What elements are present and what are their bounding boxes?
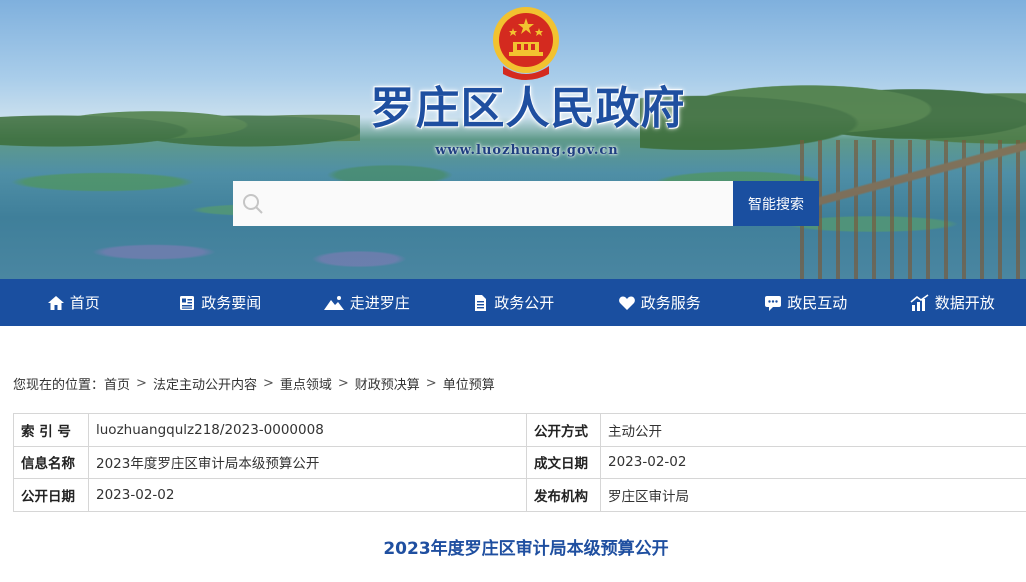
breadcrumb-item-fiscal-budget[interactable]: 财政预决算 [355, 374, 420, 393]
publish-date-label: 公开日期 [13, 478, 89, 512]
publish-date-value: 2023-02-02 [88, 478, 527, 512]
table-row: 信息名称 2023年度罗庄区审计局本级预算公开 成文日期 2023-02-02 [13, 445, 1026, 479]
nav-item-gov-affairs-disclosure[interactable]: 政务公开 [440, 279, 587, 326]
date-made-label: 成文日期 [526, 445, 601, 479]
banner-scenery-boardwalk [800, 140, 1026, 279]
document-icon [471, 294, 489, 312]
publishing-org-value: 罗庄区审计局 [600, 478, 1026, 512]
document-info-table: 索 引 号 luozhuangqulz218/2023-0000008 公开方式… [13, 413, 1026, 512]
nav-item-label: 政务服务 [640, 294, 701, 312]
smart-search-button[interactable]: 智能搜索 [733, 181, 819, 226]
home-icon [47, 294, 65, 312]
info-name-value: 2023年度罗庄区审计局本级预算公开 [88, 445, 527, 479]
heart-icon [618, 294, 636, 312]
index-number-label: 索 引 号 [13, 413, 89, 447]
breadcrumb-item-home[interactable]: 首页 [104, 374, 130, 393]
index-number-value: luozhuangqulz218/2023-0000008 [88, 413, 527, 447]
article-title: 2023年度罗庄区审计局本级预算公开 [383, 539, 669, 559]
nav-item-label: 政民互动 [787, 294, 848, 312]
banner-scenery-trees-right [640, 60, 1026, 150]
landscape-icon [323, 294, 345, 312]
search-input[interactable] [273, 181, 733, 226]
nav-item-label: 数据开放 [934, 294, 995, 312]
site-url[interactable]: www.luozhuang.gov.cn [420, 140, 634, 162]
disclosure-method-value: 主动公开 [600, 413, 1026, 447]
nav-item-home[interactable]: 首页 [0, 279, 147, 326]
news-icon [178, 294, 196, 312]
table-row: 索 引 号 luozhuangqulz218/2023-0000008 公开方式… [13, 413, 1026, 447]
nav-item-label: 首页 [69, 294, 100, 312]
breadcrumb-separator: > [337, 375, 349, 391]
nav-item-label: 政务要闻 [201, 294, 262, 312]
breadcrumb-item-unit-budget[interactable]: 单位预算 [443, 374, 495, 393]
national-emblem-icon [493, 7, 559, 80]
breadcrumb-prefix: 您现在的位置： [13, 377, 105, 393]
table-row: 公开日期 2023-02-02 发布机构 罗庄区审计局 [13, 478, 1026, 512]
breadcrumb-separator: > [136, 375, 147, 391]
breadcrumb-item-statutory-disclosure[interactable]: 法定主动公开内容 [153, 374, 257, 393]
nav-item-open-data[interactable]: 数据开放 [879, 279, 1026, 326]
breadcrumb-item-key-areas[interactable]: 重点领域 [280, 374, 332, 393]
search-box: 智能搜索 [233, 181, 819, 226]
date-made-value: 2023-02-02 [600, 445, 1026, 479]
breadcrumb: 您现在的位置： 首页 > 法定主动公开内容 > 重点领域 > 财政预决算 > 单… [13, 372, 495, 394]
breadcrumb-separator: > [425, 375, 437, 391]
site-title: 罗庄区人民政府 [370, 83, 686, 134]
chat-icon [764, 294, 782, 312]
main-nav: 首页 政务要闻 走进罗庄 政务公开 政务服务 政民互动 数据开放 [0, 279, 1026, 326]
chart-icon [910, 293, 930, 312]
nav-item-news[interactable]: 政务要闻 [147, 279, 294, 326]
search-input-wrapper [233, 181, 733, 226]
nav-item-label: 走进罗庄 [349, 294, 410, 312]
search-icon [233, 181, 273, 226]
disclosure-method-label: 公开方式 [526, 413, 601, 447]
nav-item-public-interaction[interactable]: 政民互动 [733, 279, 880, 326]
nav-item-gov-services[interactable]: 政务服务 [586, 279, 733, 326]
nav-item-label: 政务公开 [494, 294, 555, 312]
publishing-org-label: 发布机构 [526, 478, 601, 512]
breadcrumb-separator: > [262, 375, 274, 391]
info-name-label: 信息名称 [13, 445, 89, 479]
nav-item-about-luozhuang[interactable]: 走进罗庄 [293, 279, 440, 326]
header-banner: 罗庄区人民政府 www.luozhuang.gov.cn 智能搜索 [0, 0, 1026, 279]
